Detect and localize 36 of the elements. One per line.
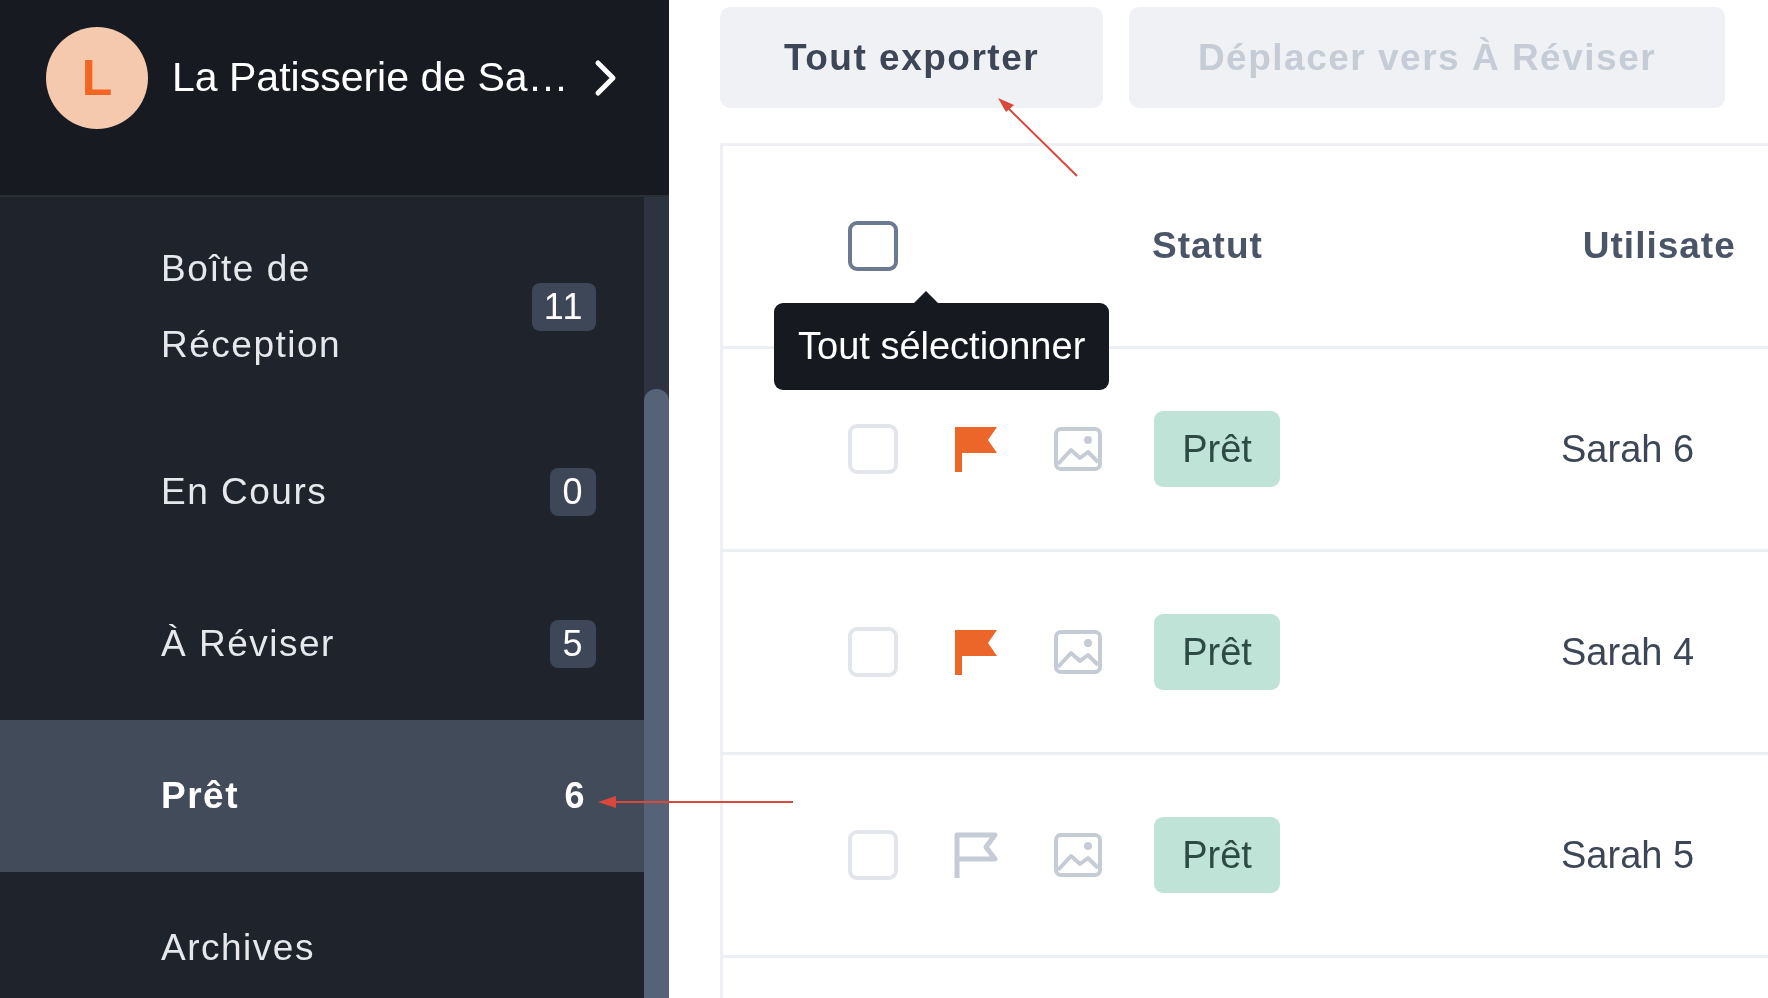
sidebar-item-label: À Réviser: [161, 622, 335, 666]
sidebar-item-label: En Cours: [161, 470, 328, 514]
workspace-name[interactable]: La Patisserie de Sa…: [172, 54, 569, 101]
sidebar-item[interactable]: Archives: [0, 872, 644, 998]
count-badge: 0: [550, 468, 596, 516]
count-badge: 11: [531, 282, 596, 331]
flag-outline-icon[interactable]: [952, 830, 1000, 880]
status-badge: Prêt: [1154, 411, 1280, 487]
column-header[interactable]: Statut: [1152, 225, 1263, 267]
sidebar-item-label: Boîte de Réception: [161, 246, 343, 367]
column-header[interactable]: Utilisate: [1582, 225, 1736, 267]
export-button[interactable]: Tout exporter: [720, 7, 1103, 108]
user-name: Sarah 4: [1561, 630, 1695, 674]
image-icon: [1053, 832, 1103, 878]
sidebar-item[interactable]: À Réviser 5: [0, 568, 644, 720]
image-icon: [1053, 629, 1103, 675]
sidebar-item[interactable]: En Cours 0: [0, 416, 644, 568]
count-badge: 5: [550, 620, 596, 668]
image-icon: [1053, 426, 1103, 472]
select-all-checkbox[interactable]: [848, 221, 898, 271]
tooltip-text: Tout sélectionner: [798, 325, 1086, 368]
item-count: 6: [563, 774, 587, 818]
row-checkbox[interactable]: [848, 830, 898, 880]
row-checkbox[interactable]: [848, 424, 898, 474]
status-badge: Prêt: [1154, 614, 1280, 690]
row-checkbox[interactable]: [848, 627, 898, 677]
user-name: Sarah 6: [1561, 427, 1695, 471]
user-name: Sarah 5: [1561, 833, 1695, 877]
status-badge: Prêt: [1154, 817, 1280, 893]
sidebar-item[interactable]: Prêt 6: [0, 720, 644, 872]
sidebar-item-label: Archives: [161, 926, 315, 970]
sidebar-item-label: Prêt: [161, 774, 239, 818]
flag-icon[interactable]: [952, 627, 1000, 677]
scrollbar-thumb[interactable]: [644, 389, 669, 998]
sidebar-item[interactable]: Boîte de Réception 11: [0, 197, 644, 416]
flag-icon[interactable]: [952, 424, 1000, 474]
